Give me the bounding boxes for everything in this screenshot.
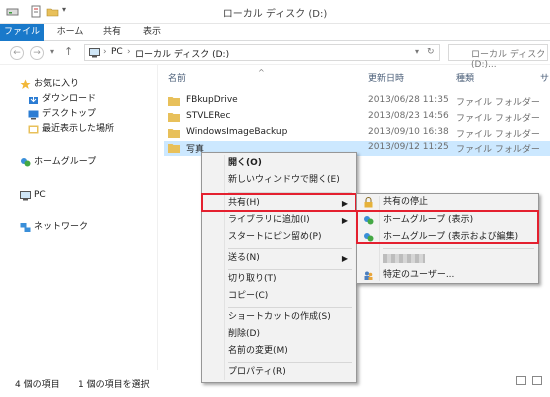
- tab-share[interactable]: 共有: [96, 24, 128, 41]
- menu-separator: [228, 269, 352, 270]
- nav-homegroup[interactable]: ホームグループ: [21, 156, 96, 169]
- menu-item-open-new-window[interactable]: 新しいウィンドウで開く(E): [204, 172, 340, 189]
- menu-item-specific-users[interactable]: 特定のユーザー...: [359, 267, 454, 284]
- highlight-share: [201, 193, 357, 212]
- nav-favorites[interactable]: お気に入り: [20, 78, 79, 91]
- sort-indicator-icon: ^: [258, 68, 265, 77]
- submenu-arrow-icon: ▶: [341, 254, 348, 263]
- nav-downloads[interactable]: ダウンロード: [29, 93, 96, 106]
- menu-item-delete[interactable]: 削除(D): [204, 326, 260, 343]
- pc-icon: [89, 48, 100, 58]
- forward-button[interactable]: →: [30, 46, 44, 60]
- address-segment-drive[interactable]: ローカル ディスク (D:): [135, 47, 229, 60]
- nav-recent[interactable]: 最近表示した場所: [28, 123, 114, 136]
- column-header-name[interactable]: 名前: [168, 71, 186, 84]
- submenu-arrow-icon: ▶: [341, 216, 348, 225]
- ribbon-tabs: ファイル ホーム 共有 表示: [0, 24, 550, 41]
- nav-pc[interactable]: PC: [20, 189, 46, 202]
- folder-icon: [168, 144, 180, 153]
- lock-icon: [364, 197, 373, 208]
- menu-item-send-to[interactable]: 送る(N) ▶: [204, 250, 354, 267]
- menu-item-pin-start[interactable]: スタートにピン留め(P): [204, 229, 321, 246]
- address-segment-pc[interactable]: PC: [111, 47, 123, 57]
- table-row[interactable]: WindowsImageBackup 2013/09/10 16:38 ファイル…: [164, 126, 550, 141]
- recent-places-icon: [28, 125, 39, 134]
- folder-icon: [168, 97, 180, 106]
- navigation-pane: お気に入り ダウンロード デスクトップ 最近表示した場所 ホームグループ PC …: [0, 65, 158, 370]
- column-header-date[interactable]: 更新日時: [368, 71, 404, 84]
- desktop-icon: [28, 110, 39, 120]
- refresh-icon[interactable]: ↻: [427, 47, 435, 57]
- menu-item-add-to-library[interactable]: ライブラリに追加(I) ▶: [204, 212, 354, 229]
- window-title: ローカル ディスク (D:): [222, 9, 328, 20]
- address-bar: ← → ▾ ↑ › PC › ローカル ディスク (D:) ▾ ↻ ローカル デ…: [0, 41, 550, 70]
- column-header-type[interactable]: 種類: [456, 71, 474, 84]
- menu-separator: [383, 248, 534, 249]
- search-field[interactable]: ローカル ディスク (D:)...: [448, 44, 548, 70]
- downloads-icon: [29, 95, 38, 104]
- large-icons-view-icon[interactable]: [532, 376, 542, 385]
- column-header-size[interactable]: サ: [540, 71, 549, 84]
- status-selected-count: 1 個の項目を選択: [78, 380, 150, 390]
- redacted-user-image: [383, 254, 425, 263]
- folder-icon: [168, 129, 180, 138]
- table-row[interactable]: FBkupDrive 2013/06/28 11:35 ファイル フォルダー: [164, 94, 550, 109]
- address-field[interactable]: › PC › ローカル ディスク (D:) ▾ ↻: [84, 44, 440, 61]
- tab-home[interactable]: ホーム: [52, 24, 88, 41]
- pc-icon: [20, 191, 31, 201]
- address-separator: ›: [127, 47, 131, 57]
- details-view-icon[interactable]: [516, 376, 526, 385]
- nav-desktop[interactable]: デスクトップ: [28, 108, 96, 121]
- back-button[interactable]: ←: [10, 46, 24, 60]
- address-separator: ›: [103, 47, 107, 57]
- tab-file[interactable]: ファイル: [0, 24, 44, 41]
- address-dropdown-icon[interactable]: ▾: [415, 47, 419, 56]
- menu-item-stop-sharing[interactable]: 共有の停止: [359, 194, 428, 211]
- menu-item-redacted-user[interactable]: [359, 250, 425, 267]
- homegroup-icon: [21, 158, 31, 167]
- menu-item-rename[interactable]: 名前の変更(M): [204, 343, 288, 360]
- folder-icon: [168, 113, 180, 122]
- star-icon: [20, 79, 31, 89]
- menu-separator: [228, 307, 352, 308]
- menu-item-cut[interactable]: 切り取り(T): [204, 271, 277, 288]
- recent-locations-icon[interactable]: ▾: [50, 47, 54, 56]
- title-bar: ▾ ローカル ディスク (D:): [0, 0, 550, 24]
- table-row[interactable]: STVLERec 2013/08/23 14:56 ファイル フォルダー: [164, 110, 550, 125]
- network-icon: [20, 223, 31, 232]
- nav-network[interactable]: ネットワーク: [20, 221, 88, 234]
- menu-item-open[interactable]: 開く(O): [204, 155, 262, 172]
- tab-view[interactable]: 表示: [136, 24, 168, 41]
- status-item-count: 4 個の項目: [15, 380, 60, 390]
- highlight-homegroup: [356, 210, 539, 244]
- menu-separator: [228, 248, 352, 249]
- context-menu: 開く(O) 新しいウィンドウで開く(E) 共有(H) ▶ ライブラリに追加(I) ▶…: [201, 152, 357, 383]
- menu-separator: [228, 362, 352, 363]
- menu-item-properties[interactable]: プロパティ(R): [204, 364, 286, 381]
- users-icon: [364, 271, 373, 280]
- menu-item-copy[interactable]: コピー(C): [204, 288, 268, 305]
- up-button[interactable]: ↑: [64, 45, 73, 58]
- menu-item-create-shortcut[interactable]: ショートカットの作成(S): [204, 309, 331, 326]
